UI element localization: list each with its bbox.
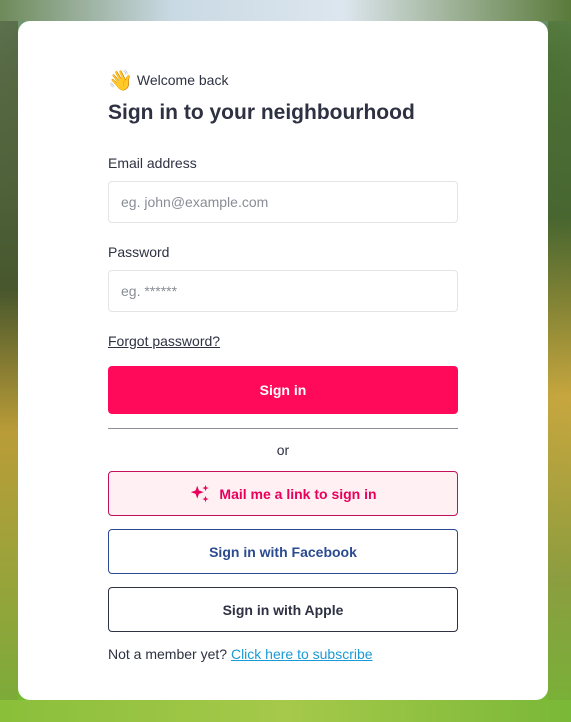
email-label: Email address — [108, 155, 197, 171]
divider — [108, 428, 458, 429]
magic-link-label: Mail me a link to sign in — [219, 485, 377, 502]
background-sky — [0, 0, 571, 21]
sign-in-button[interactable]: Sign in — [108, 366, 458, 414]
email-field[interactable] — [108, 181, 458, 223]
forgot-password-link[interactable]: Forgot password? — [108, 333, 220, 349]
background-right-edge — [548, 0, 571, 722]
subscribe-prompt: Not a member yet? Click here to subscrib… — [108, 646, 458, 662]
or-separator: or — [276, 442, 290, 458]
password-field[interactable] — [108, 270, 458, 312]
sparkles-icon — [191, 484, 210, 502]
password-label: Password — [108, 244, 170, 260]
waving-hand-icon: 👋 — [108, 68, 133, 92]
welcome-row: 👋 Welcome back — [108, 67, 458, 93]
apple-sign-in-button[interactable]: Sign in with Apple — [108, 587, 458, 632]
background-grass — [0, 700, 571, 722]
subscribe-prompt-text: Not a member yet? — [108, 646, 228, 662]
welcome-text: Welcome back — [136, 72, 229, 88]
facebook-sign-in-button[interactable]: Sign in with Facebook — [108, 529, 458, 574]
background-left-edge — [0, 0, 18, 722]
page-title: Sign in to your neighbourhood — [108, 101, 415, 124]
sign-in-card: 👋 Welcome back Sign in to your neighbour… — [18, 21, 548, 700]
magic-link-button[interactable]: Mail me a link to sign in — [108, 471, 458, 516]
subscribe-link[interactable]: Click here to subscribe — [231, 646, 373, 662]
sign-in-form: 👋 Welcome back Sign in to your neighbour… — [108, 67, 458, 662]
